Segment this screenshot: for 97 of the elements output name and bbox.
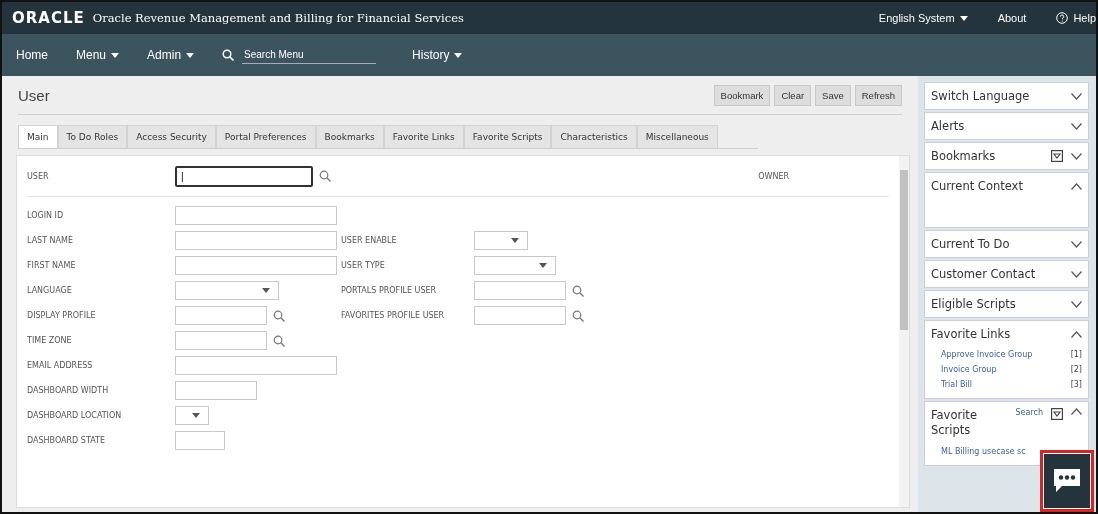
dropdown-field[interactable]: [474, 231, 528, 250]
search-icon: [222, 49, 235, 61]
field-label: LAST NAME: [27, 236, 75, 245]
panel-title[interactable]: Eligible Scripts: [931, 297, 1063, 311]
text-field[interactable]: [175, 381, 257, 400]
link-index: [1]: [1070, 350, 1082, 359]
expand-chevron-icon[interactable]: [1071, 152, 1082, 160]
toolbar-button[interactable]: Bookmark: [713, 84, 771, 106]
panel-title[interactable]: Switch Language: [931, 89, 1063, 103]
expand-chevron-icon[interactable]: [1071, 270, 1082, 278]
header-link[interactable]: English System: [878, 12, 955, 24]
logo: ORACLE: [12, 9, 85, 27]
collapse-chevron-icon[interactable]: [1071, 330, 1082, 338]
panel-title[interactable]: Bookmarks: [931, 149, 1043, 163]
field-label: FAVORITES PROFILE USER: [341, 311, 446, 320]
search-icon[interactable]: [273, 334, 285, 347]
field-label: PORTALS PROFILE USER: [341, 286, 438, 295]
text-field[interactable]: [175, 206, 337, 225]
caret-icon: [511, 238, 519, 243]
panel-title[interactable]: Favorite Links: [931, 327, 1063, 341]
field-label: DASHBOARD LOCATION: [27, 411, 123, 420]
field-label: FIRST NAME: [27, 261, 77, 270]
collapse-chevron-icon[interactable]: [1071, 408, 1082, 415]
chat-icon: [1052, 468, 1082, 494]
text-field[interactable]: [175, 256, 337, 275]
search-link[interactable]: Search: [1015, 408, 1043, 417]
panel-title[interactable]: Current To Do: [931, 237, 1063, 251]
link-index: [2]: [1070, 365, 1082, 374]
search-icon[interactable]: [572, 284, 584, 297]
expand-chevron-icon[interactable]: [1071, 240, 1082, 248]
link-index: [3]: [1070, 380, 1082, 389]
field-label: DISPLAY PROFILE: [27, 311, 97, 320]
tab[interactable]: Access Security: [127, 125, 216, 148]
nav-menu-item[interactable]: Menu: [76, 48, 107, 62]
toolbar-button[interactable]: Clear: [774, 84, 812, 106]
panel-title[interactable]: Customer Contact: [931, 267, 1063, 281]
lookup-field[interactable]: [474, 306, 566, 325]
dropdown-field[interactable]: [175, 406, 209, 425]
toolbar-button[interactable]: Save: [815, 84, 851, 106]
panel-title[interactable]: Current Context: [931, 179, 1063, 193]
lookup-field[interactable]: |: [175, 165, 313, 187]
field-label: LANGUAGE: [27, 286, 73, 295]
panel-title[interactable]: Alerts: [931, 119, 1063, 133]
caret-icon: [539, 263, 547, 268]
tab[interactable]: Miscellaneous: [636, 125, 718, 148]
field-label: EMAIL ADDRESS: [27, 361, 94, 370]
expand-chevron-icon[interactable]: [1071, 122, 1082, 130]
text-field[interactable]: [175, 231, 337, 250]
header-link[interactable]: Help: [1073, 12, 1096, 24]
tab[interactable]: To Do Roles: [57, 125, 128, 148]
tab[interactable]: Bookmarks: [315, 125, 384, 148]
field-label: OWNER: [758, 171, 789, 181]
collapse-chevron-icon[interactable]: [1071, 182, 1082, 190]
field-label: DASHBOARD STATE: [27, 436, 106, 445]
tab[interactable]: Portal Preferences: [215, 125, 316, 148]
favorite-link[interactable]: ML Billing usecase sc: [941, 447, 1026, 456]
field-label: USER TYPE: [341, 261, 386, 270]
header-link[interactable]: About: [997, 12, 1027, 24]
search-field[interactable]: Search Menu: [242, 46, 377, 64]
page-title: User: [18, 86, 51, 104]
chat-button[interactable]: [1044, 454, 1090, 508]
tab[interactable]: Characteristics: [551, 125, 637, 148]
search-icon[interactable]: [273, 309, 285, 322]
field-label: USER ENABLE: [341, 236, 398, 245]
field-label: DASHBOARD WIDTH: [27, 386, 110, 395]
toolbar-button[interactable]: Refresh: [854, 84, 902, 106]
favorite-link[interactable]: Approve Invoice Group: [941, 350, 1033, 359]
help-icon[interactable]: [1056, 12, 1069, 24]
favorite-link[interactable]: Trial Bill: [941, 380, 973, 389]
lookup-field[interactable]: [175, 331, 267, 350]
filter-icon[interactable]: [1051, 150, 1063, 162]
panel-title[interactable]: Favorite Scripts: [931, 408, 981, 438]
search-icon[interactable]: [572, 309, 584, 322]
dropdown-field[interactable]: [474, 256, 556, 275]
search-icon[interactable]: [319, 170, 331, 182]
scrollbar[interactable]: [899, 156, 909, 507]
product-name: Oracle Revenue Management and Billing for Financial Services: [92, 11, 465, 25]
expand-chevron-icon[interactable]: [1071, 300, 1082, 308]
nav-menu-item[interactable]: History: [412, 48, 450, 62]
lookup-field[interactable]: [474, 281, 566, 300]
tab[interactable]: Favorite Scripts: [463, 125, 552, 148]
caret-icon: [262, 288, 270, 293]
field-label: TIME ZONE: [27, 336, 73, 345]
expand-chevron-icon[interactable]: [1071, 92, 1082, 100]
nav-menu-item[interactable]: Home: [16, 48, 48, 62]
tab[interactable]: Favorite Links: [383, 125, 464, 148]
tab[interactable]: Main: [18, 125, 58, 148]
filter-icon[interactable]: [1051, 408, 1063, 420]
dropdown-field[interactable]: [175, 281, 279, 300]
nav-menu-item[interactable]: Admin: [147, 48, 182, 62]
text-field[interactable]: [175, 431, 225, 450]
favorite-link[interactable]: Invoice Group: [941, 365, 997, 374]
caret-icon: [192, 413, 200, 418]
lookup-field[interactable]: [175, 306, 267, 325]
field-label: LOGIN ID: [27, 211, 65, 220]
text-field[interactable]: [175, 356, 337, 375]
field-label: USER: [27, 171, 50, 181]
